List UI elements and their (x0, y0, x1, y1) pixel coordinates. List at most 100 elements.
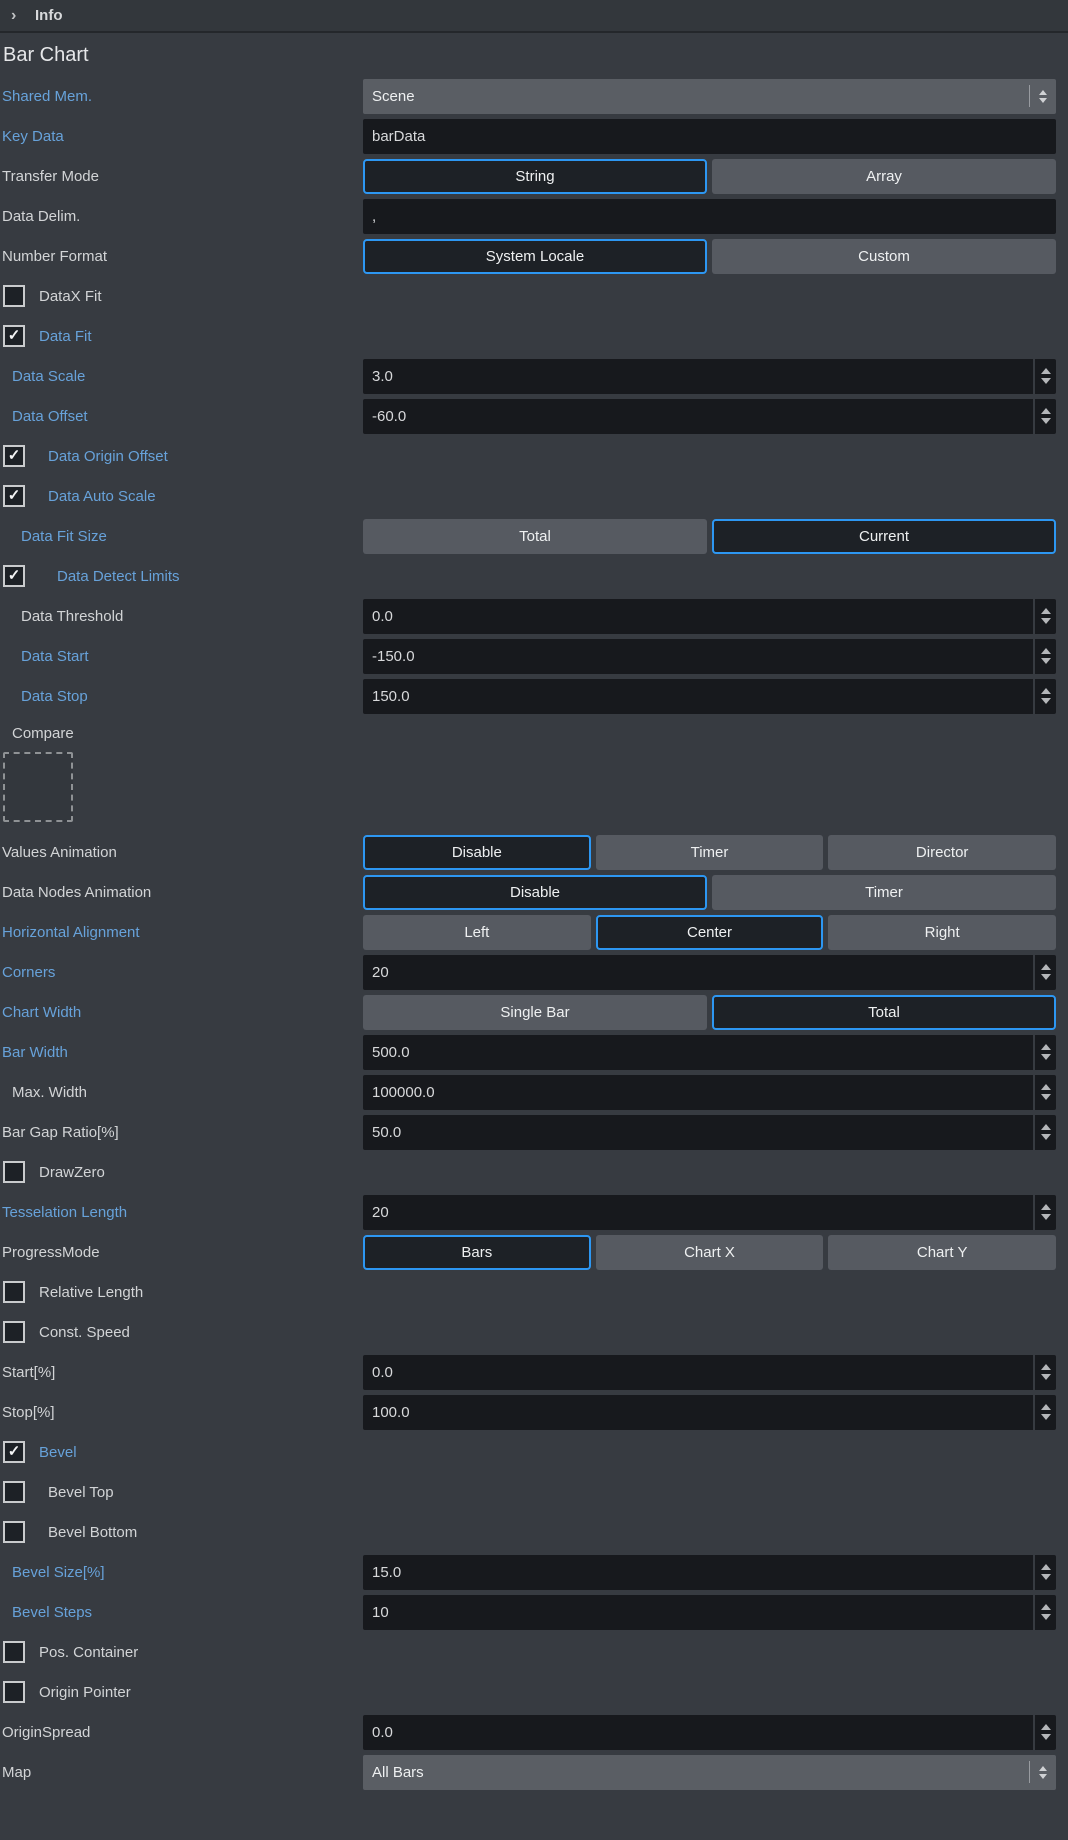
tesselation-length-input[interactable]: 20 (363, 1195, 1033, 1230)
data-fit-size-option-current[interactable]: Current (712, 519, 1056, 554)
row-data-fit: ✓Data Fit (0, 316, 1068, 356)
data-scale-spinner[interactable] (1035, 359, 1056, 394)
pos-container-checkbox[interactable] (3, 1641, 25, 1663)
data-offset-spinner[interactable] (1035, 399, 1056, 434)
data-nodes-animation-option-disable[interactable]: Disable (363, 875, 707, 910)
spinner-up-icon (1041, 408, 1051, 414)
spinner-down-icon (1041, 418, 1051, 424)
row-data-scale: Data Scale 3.0 (0, 356, 1068, 396)
map-dropdown[interactable]: All Bars (363, 1755, 1056, 1790)
data-threshold-spinner[interactable] (1035, 599, 1056, 634)
corners-input[interactable]: 20 (363, 955, 1033, 990)
compare-label: Compare (0, 725, 74, 742)
data-scale-input[interactable]: 3.0 (363, 359, 1033, 394)
tesselation-length-spinner[interactable] (1035, 1195, 1056, 1230)
key-data-input[interactable]: barData (363, 119, 1056, 154)
values-animation-option-disable[interactable]: Disable (363, 835, 591, 870)
bevel-checkbox[interactable]: ✓ (3, 1441, 25, 1463)
bar-gap-ratio-spinner[interactable] (1035, 1115, 1056, 1150)
horizontal-alignment-option-right[interactable]: Right (828, 915, 1056, 950)
row-bevel-size-percent: Bevel Size[%] 15.0 (0, 1552, 1068, 1592)
start-percent-spinner[interactable] (1035, 1355, 1056, 1390)
progress-mode-option-chart-y[interactable]: Chart Y (828, 1235, 1056, 1270)
horizontal-alignment-segmented: LeftCenterRight (363, 915, 1056, 950)
check-icon: ✓ (8, 568, 21, 583)
const-speed-label: Const. Speed (39, 1324, 130, 1341)
spinner-down-icon (1041, 378, 1051, 384)
max-width-spinner[interactable] (1035, 1075, 1056, 1110)
values-animation-option-timer[interactable]: Timer (596, 835, 824, 870)
bar-gap-ratio-input[interactable]: 50.0 (363, 1115, 1033, 1150)
data-scale-label: Data Scale (0, 368, 85, 385)
stop-percent-input[interactable]: 100.0 (363, 1395, 1033, 1430)
bar-width-input[interactable]: 500.0 (363, 1035, 1033, 1070)
dropdown-arrows-icon[interactable] (1030, 1766, 1056, 1779)
chart-width-option-single-bar[interactable]: Single Bar (363, 995, 707, 1030)
data-fit-size-label: Data Fit Size (0, 528, 107, 545)
spinner-down-icon (1041, 1574, 1051, 1580)
corners-spinner[interactable] (1035, 955, 1056, 990)
data-detect-limits-checkbox[interactable]: ✓ (3, 565, 25, 587)
relative-length-label: Relative Length (39, 1284, 143, 1301)
chevron-right-icon[interactable]: › (11, 8, 29, 24)
progress-mode-option-bars[interactable]: Bars (363, 1235, 591, 1270)
row-start-percent: Start[%] 0.0 (0, 1352, 1068, 1392)
data-auto-scale-checkbox[interactable]: ✓ (3, 485, 25, 507)
progress-mode-option-chart-x[interactable]: Chart X (596, 1235, 824, 1270)
row-data-start: Data Start-150.0 (0, 636, 1068, 676)
max-width-input[interactable]: 100000.0 (363, 1075, 1033, 1110)
bevel-top-checkbox[interactable] (3, 1481, 25, 1503)
bevel-size-percent-input[interactable]: 15.0 (363, 1555, 1033, 1590)
transfer-mode-option-string[interactable]: String (363, 159, 707, 194)
bevel-top-label: Bevel Top (48, 1484, 114, 1501)
bevel-size-percent-label: Bevel Size[%] (0, 1564, 105, 1581)
start-percent-label: Start[%] (0, 1364, 55, 1381)
pos-container-label: Pos. Container (39, 1644, 138, 1661)
bar-width-spinner[interactable] (1035, 1035, 1056, 1070)
row-bevel: ✓Bevel (0, 1432, 1068, 1472)
number-format-option-custom[interactable]: Custom (712, 239, 1056, 274)
chart-width-option-total[interactable]: Total (712, 995, 1056, 1030)
map-value: All Bars (363, 1764, 1029, 1781)
data-threshold-input[interactable]: 0.0 (363, 599, 1033, 634)
data-fit-size-option-total[interactable]: Total (363, 519, 707, 554)
data-nodes-animation-option-timer[interactable]: Timer (712, 875, 1056, 910)
data-delim-label: Data Delim. (0, 208, 80, 225)
data-start-spinner[interactable] (1035, 639, 1056, 674)
values-animation-option-director[interactable]: Director (828, 835, 1056, 870)
stop-percent-spinner[interactable] (1035, 1395, 1056, 1430)
bevel-bottom-checkbox[interactable] (3, 1521, 25, 1543)
data-delim-input[interactable]: , (363, 199, 1056, 234)
data-start-input[interactable]: -150.0 (363, 639, 1033, 674)
bevel-steps-input[interactable]: 10 (363, 1595, 1033, 1630)
data-fit-checkbox[interactable]: ✓ (3, 325, 25, 347)
horizontal-alignment-option-left[interactable]: Left (363, 915, 591, 950)
relative-length-checkbox[interactable] (3, 1281, 25, 1303)
data-origin-offset-checkbox[interactable]: ✓ (3, 445, 25, 467)
row-relative-length: Relative Length (0, 1272, 1068, 1312)
start-percent-input[interactable]: 0.0 (363, 1355, 1033, 1390)
horizontal-alignment-option-center[interactable]: Center (596, 915, 824, 950)
originspread-spinner[interactable] (1035, 1715, 1056, 1750)
data-stop-input[interactable]: 150.0 (363, 679, 1033, 714)
datax-fit-label: DataX Fit (39, 288, 102, 305)
origin-pointer-checkbox[interactable] (3, 1681, 25, 1703)
bevel-size-percent-spinner[interactable] (1035, 1555, 1056, 1590)
data-offset-input[interactable]: -60.0 (363, 399, 1033, 434)
originspread-input[interactable]: 0.0 (363, 1715, 1033, 1750)
dropdown-arrows-icon[interactable] (1030, 90, 1056, 103)
shared-mem-dropdown[interactable]: Scene (363, 79, 1056, 114)
row-data-detect-limits: ✓Data Detect Limits (0, 556, 1068, 596)
compare-dropzone[interactable] (3, 752, 73, 822)
datax-fit-checkbox[interactable] (3, 285, 25, 307)
key-data-label: Key Data (0, 128, 64, 145)
number-format-option-system-locale[interactable]: System Locale (363, 239, 707, 274)
drawzero-checkbox[interactable] (3, 1161, 25, 1183)
row-bar-gap-ratio: Bar Gap Ratio[%] 50.0 (0, 1112, 1068, 1152)
check-icon: ✓ (8, 448, 21, 463)
bar-gap-ratio-label: Bar Gap Ratio[%] (0, 1124, 119, 1141)
transfer-mode-option-array[interactable]: Array (712, 159, 1056, 194)
bevel-steps-spinner[interactable] (1035, 1595, 1056, 1630)
data-stop-spinner[interactable] (1035, 679, 1056, 714)
const-speed-checkbox[interactable] (3, 1321, 25, 1343)
